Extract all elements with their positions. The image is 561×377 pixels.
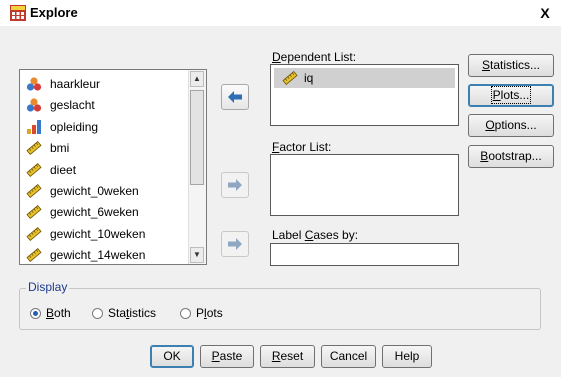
scroll-down-arrow-icon[interactable]: ▼ — [190, 247, 204, 263]
scale-variable-icon — [26, 183, 42, 199]
options-button[interactable]: Options... — [468, 114, 554, 137]
variable-list-scrollbar[interactable]: ▲ ▼ — [188, 70, 206, 264]
radio-indicator — [180, 307, 191, 319]
dependent-list-label: Dependent List: — [272, 50, 357, 64]
dependent-list[interactable]: iq — [270, 64, 459, 126]
spss-app-icon — [10, 5, 26, 21]
arrow-right-icon — [228, 238, 242, 250]
variable-name: gewicht_14weken — [50, 248, 146, 263]
variable-list[interactable]: haarkleur geslacht opleiding bmi dieet gewich… — [19, 69, 207, 265]
variable-list-item[interactable]: haarkleur — [26, 74, 100, 94]
scale-variable-icon — [26, 247, 42, 263]
label-cases-label: Label Cases by: — [272, 228, 359, 242]
scroll-up-arrow-icon[interactable]: ▲ — [190, 71, 204, 87]
variable-name: dieet — [50, 162, 77, 177]
arrow-left-icon — [228, 91, 242, 103]
move-to-dependent-button[interactable] — [221, 84, 249, 110]
ordinal-variable-icon — [26, 119, 42, 135]
scroll-thumb[interactable] — [190, 90, 204, 185]
variable-name: gewicht_0weken — [50, 184, 139, 198]
factor-list-label: Factor List: — [272, 140, 332, 154]
dependent-item-label: iq — [304, 71, 314, 85]
ok-button[interactable]: OK — [150, 345, 194, 368]
reset-button[interactable]: Reset — [260, 345, 315, 368]
help-button[interactable]: Help — [382, 345, 432, 368]
variable-list-items: haarkleur geslacht opleiding bmi dieet gewich… — [20, 70, 189, 264]
radio-plots[interactable]: Plots — [180, 306, 223, 320]
radio-indicator — [30, 307, 41, 319]
variable-list-item[interactable]: gewicht_14weken — [26, 245, 145, 264]
scale-variable-icon — [26, 204, 42, 220]
radio-both[interactable]: Both — [30, 306, 71, 320]
title-bar: Explore X — [0, 0, 561, 26]
variable-list-item[interactable]: gewicht_6weken — [26, 202, 139, 222]
move-to-label-cases-button[interactable] — [221, 231, 249, 257]
nominal-variable-icon — [26, 76, 42, 92]
scale-variable-icon — [26, 140, 42, 156]
cancel-button[interactable]: Cancel — [321, 345, 376, 368]
radio-statistics-label: Statistics — [108, 306, 157, 320]
paste-button[interactable]: Paste — [200, 345, 254, 368]
arrow-right-icon — [228, 179, 242, 191]
variable-name: gewicht_10weken — [50, 226, 146, 241]
scale-variable-icon — [26, 226, 42, 242]
variable-list-item[interactable]: dieet — [26, 160, 76, 180]
factor-list[interactable] — [270, 154, 459, 216]
explore-dialog: Explore X haarkleur geslacht opleiding bmi d… — [0, 0, 561, 377]
nominal-variable-icon — [26, 97, 42, 113]
scale-variable-icon — [26, 162, 42, 178]
close-button[interactable]: X — [537, 4, 553, 22]
label-cases-field[interactable] — [270, 243, 459, 266]
variable-list-item[interactable]: gewicht_0weken — [26, 181, 139, 201]
plots-button[interactable]: Plots... — [468, 84, 554, 107]
variable-name: haarkleur — [50, 77, 101, 91]
variable-list-item[interactable]: bmi — [26, 138, 69, 158]
variable-name: geslacht — [50, 98, 95, 113]
display-group-title: Display — [26, 280, 70, 294]
statistics-button[interactable]: Statistics... — [468, 54, 554, 77]
dependent-list-item[interactable]: iq — [274, 68, 455, 88]
variable-list-item[interactable]: geslacht — [26, 95, 95, 115]
variable-name: gewicht_6weken — [50, 205, 139, 220]
radio-indicator — [92, 307, 103, 319]
radio-both-label: Both — [46, 306, 71, 320]
variable-list-item[interactable]: gewicht_10weken — [26, 224, 145, 244]
scale-variable-icon — [282, 71, 298, 85]
variable-name: bmi — [50, 141, 70, 156]
radio-statistics[interactable]: Statistics — [92, 306, 156, 320]
bootstrap-button[interactable]: Bootstrap... — [468, 145, 554, 168]
radio-plots-label: Plots — [196, 306, 223, 320]
variable-list-item[interactable]: opleiding — [26, 117, 98, 137]
move-to-factor-button[interactable] — [221, 172, 249, 198]
variable-name: opleiding — [50, 119, 99, 134]
window-title: Explore — [30, 5, 78, 20]
